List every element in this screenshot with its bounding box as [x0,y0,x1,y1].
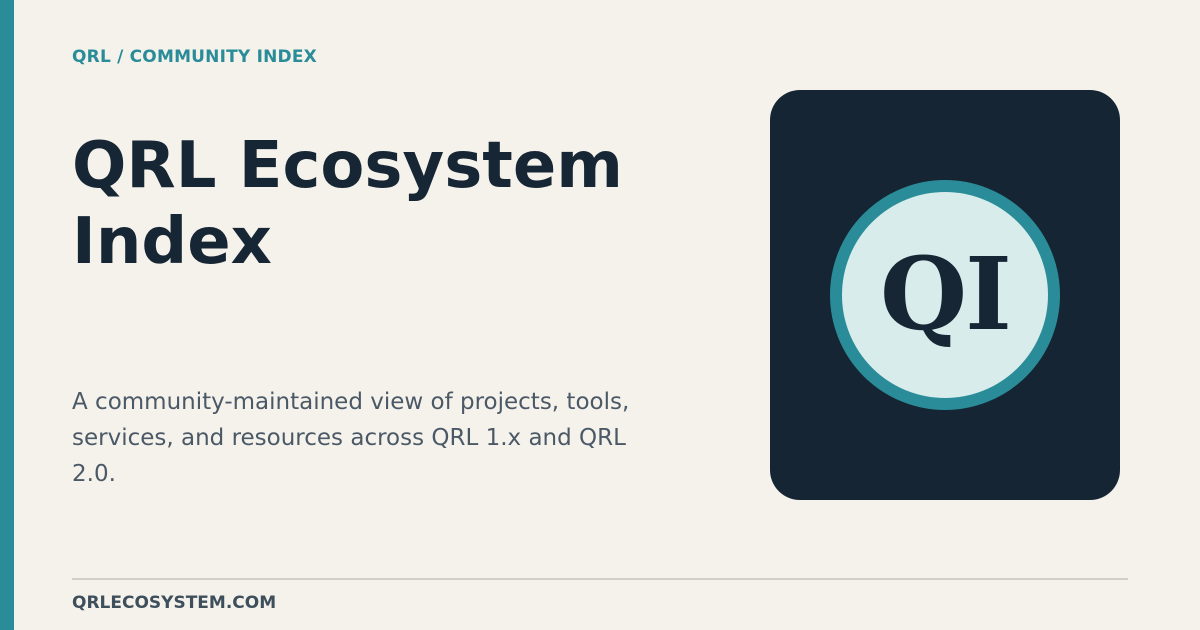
logo-circle: QI [830,180,1060,410]
page-title: QRL Ecosystem Index [72,129,623,279]
footer-url: QRLECOSYSTEM.COM [72,593,277,613]
breadcrumb: QRL / COMMUNITY INDEX [72,47,317,67]
footer-divider [72,578,1128,580]
page-description: A community-maintained view of projects,… [72,389,630,487]
logo-card: QI [770,90,1120,500]
accent-bar [0,0,14,630]
logo-mark: QI [880,235,1012,353]
